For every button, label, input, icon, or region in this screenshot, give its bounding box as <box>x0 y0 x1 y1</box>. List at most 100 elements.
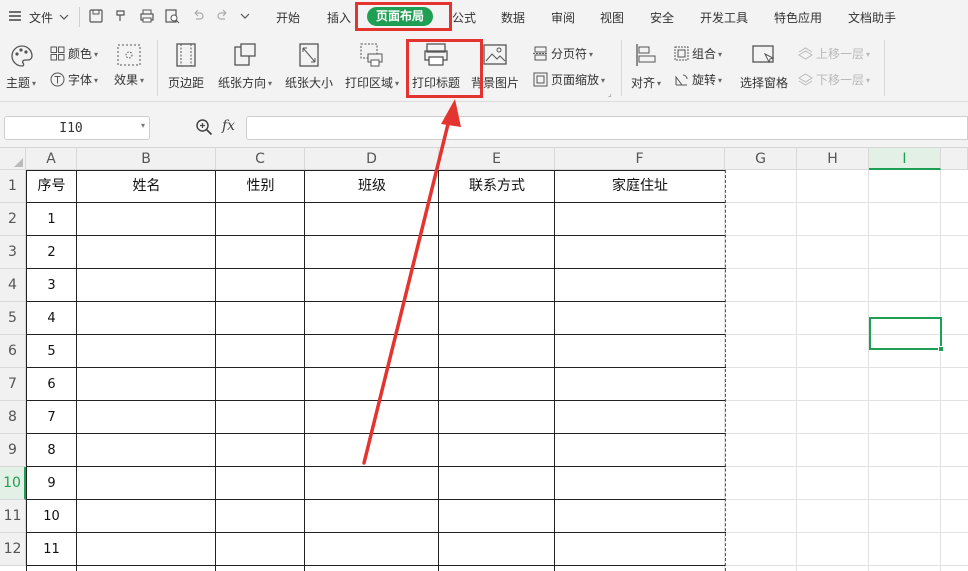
table-header-cell[interactable]: 序号 <box>26 170 77 203</box>
row-header-2[interactable]: 2 <box>0 203 26 236</box>
column-header-d[interactable]: D <box>305 148 439 170</box>
fonts-label: 字体 <box>68 73 93 87</box>
save-icon[interactable] <box>88 8 104 24</box>
serial-number-cell[interactable]: 10 <box>26 500 77 533</box>
column-header-e[interactable]: E <box>439 148 555 170</box>
serial-number-cell[interactable]: 8 <box>26 434 77 467</box>
table-header-cell[interactable]: 联系方式 <box>439 170 555 203</box>
tab-insert[interactable]: 插入 <box>327 9 351 26</box>
print-area-button[interactable]: 打印区域 ▾ <box>341 34 403 102</box>
serial-number-cell[interactable]: 9 <box>26 467 77 500</box>
file-menu-chevron-icon[interactable] <box>59 12 69 22</box>
effects-button[interactable]: 效果 ▾ <box>114 71 144 89</box>
selected-cell[interactable] <box>869 317 944 352</box>
table-border-horizontal <box>26 334 726 335</box>
column-header-f[interactable]: F <box>555 148 725 170</box>
row-header-1[interactable]: 1 <box>0 170 26 203</box>
name-box-chevron-icon[interactable]: ▾ <box>141 121 145 130</box>
serial-number-cell[interactable]: 7 <box>26 401 77 434</box>
bring-forward-button[interactable]: 上移一层 ▾ <box>798 45 870 63</box>
table-header-cell[interactable]: 姓名 <box>77 170 216 203</box>
page-setup-dialog-launcher-icon[interactable]: ⌟ <box>608 89 612 98</box>
tab-security[interactable]: 安全 <box>650 9 674 26</box>
tab-page-layout[interactable]: 页面布局 <box>367 7 433 26</box>
theme-button[interactable]: 主题 ▾ <box>4 34 40 102</box>
tab-view[interactable]: 视图 <box>600 9 624 26</box>
tab-data[interactable]: 数据 <box>501 9 525 26</box>
row-header-11[interactable]: 11 <box>0 500 26 533</box>
send-backward-button[interactable]: 下移一层 ▾ <box>798 71 870 89</box>
column-header-c[interactable]: C <box>216 148 305 170</box>
print-preview-icon[interactable] <box>164 8 180 24</box>
table-header-cell[interactable]: 家庭住址 <box>555 170 725 203</box>
column-header-g[interactable]: G <box>725 148 797 170</box>
column-header-b[interactable]: B <box>77 148 216 170</box>
row-header-10[interactable]: 10 <box>0 467 26 500</box>
row-header-5[interactable]: 5 <box>0 302 26 335</box>
tab-home[interactable]: 开始 <box>276 9 300 26</box>
page-break-button[interactable]: 分页符 ▾ <box>533 45 593 63</box>
tab-formulas[interactable]: 公式 <box>452 9 476 26</box>
tab-developer[interactable]: 开发工具 <box>700 9 748 26</box>
table-border-vertical <box>215 170 216 571</box>
paper-size-button[interactable]: 纸张大小 <box>283 34 335 102</box>
serial-number-cell[interactable]: 6 <box>26 368 77 401</box>
serial-number-cell[interactable]: 4 <box>26 302 77 335</box>
gridline-vertical <box>868 170 869 571</box>
align-button[interactable]: 对齐 ▾ <box>627 34 665 102</box>
page-scale-button[interactable]: 页面缩放 ▾ <box>533 71 605 89</box>
orientation-button[interactable]: 纸张方向 ▾ <box>214 34 276 102</box>
fonts-button[interactable]: 字体 ▾ <box>50 71 98 89</box>
zoom-search-icon[interactable] <box>195 118 213 136</box>
print-icon[interactable] <box>139 8 155 24</box>
hamburger-menu-icon[interactable] <box>8 9 22 23</box>
table-header-cell[interactable]: 性别 <box>216 170 305 203</box>
formula-input[interactable] <box>246 116 968 140</box>
serial-number-cell[interactable]: 1 <box>26 203 77 236</box>
serial-number-cell[interactable]: 2 <box>26 236 77 269</box>
serial-number-cell[interactable]: 11 <box>26 533 77 566</box>
table-border-vertical <box>554 170 555 571</box>
background-image-icon <box>483 44 507 65</box>
serial-number-cell[interactable]: 5 <box>26 335 77 368</box>
file-menu[interactable]: 文件 <box>29 9 53 26</box>
tab-doc-assistant[interactable]: 文档助手 <box>848 9 896 26</box>
margins-button[interactable]: 页边距 <box>164 34 208 102</box>
row-header-9[interactable]: 9 <box>0 434 26 467</box>
table-border-horizontal <box>26 400 726 401</box>
row-header-6[interactable]: 6 <box>0 335 26 368</box>
group-button[interactable]: 组合 ▾ <box>674 45 722 63</box>
column-header-a[interactable]: A <box>26 148 77 170</box>
print-titles-button[interactable]: 打印标题 <box>410 34 462 102</box>
row-header-12[interactable]: 12 <box>0 533 26 566</box>
format-painter-icon[interactable] <box>114 8 130 24</box>
worksheet-grid[interactable]: ABCDEFGHI 1 2 3 4 5 6 7 8 9 10 11 12 序号 姓名 性别 班级 联系方式 家庭… <box>0 148 968 571</box>
font-circle-t-icon <box>50 72 65 87</box>
serial-number-cell[interactable]: 3 <box>26 269 77 302</box>
row-header-3[interactable]: 3 <box>0 236 26 269</box>
background-image-button[interactable]: 背景图片 <box>468 34 522 102</box>
name-box[interactable]: I10 ▾ <box>4 116 150 140</box>
fill-handle[interactable] <box>938 346 944 352</box>
selection-pane-label: 选择窗格 <box>739 76 788 90</box>
ribbon-divider <box>157 40 158 96</box>
tab-features[interactable]: 特色应用 <box>774 9 822 26</box>
selection-pane-button[interactable]: 选择窗格 <box>738 34 790 102</box>
fx-label[interactable]: fx <box>222 118 235 134</box>
column-header-i[interactable]: I <box>869 148 941 170</box>
column-header-h[interactable]: H <box>797 148 869 170</box>
rotate-button[interactable]: 旋转 ▾ <box>674 71 722 89</box>
row-header-4[interactable]: 4 <box>0 269 26 302</box>
effects-icon[interactable] <box>117 44 141 66</box>
table-header-cell[interactable]: 班级 <box>305 170 439 203</box>
tab-review[interactable]: 审阅 <box>551 9 575 26</box>
ribbon-divider <box>621 40 622 96</box>
redo-icon[interactable] <box>215 8 231 24</box>
select-all-corner[interactable] <box>0 148 26 170</box>
page-break-icon <box>533 46 548 61</box>
row-header-8[interactable]: 8 <box>0 401 26 434</box>
undo-icon[interactable] <box>190 8 206 24</box>
row-header-7[interactable]: 7 <box>0 368 26 401</box>
quick-access-chevron-icon[interactable] <box>240 11 250 21</box>
colors-button[interactable]: 颜色 ▾ <box>50 45 98 63</box>
